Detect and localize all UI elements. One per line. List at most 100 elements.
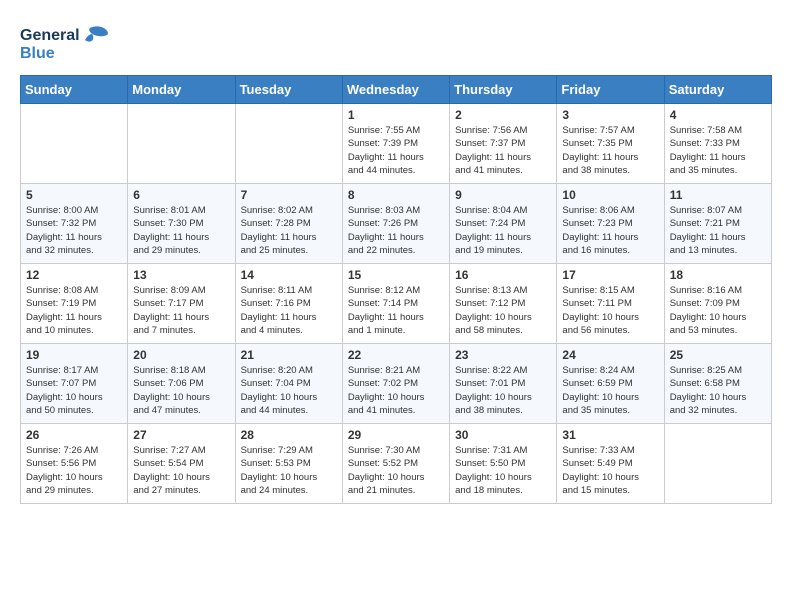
- day-info: Sunrise: 8:15 AM Sunset: 7:11 PM Dayligh…: [562, 284, 658, 337]
- day-info: Sunrise: 7:55 AM Sunset: 7:39 PM Dayligh…: [348, 124, 444, 177]
- cell-3-5: 24 Sunrise: 8:24 AM Sunset: 6:59 PM Dayli…: [557, 344, 664, 424]
- cell-1-5: 10 Sunrise: 8:06 AM Sunset: 7:23 PM Dayli…: [557, 184, 664, 264]
- cell-4-1: 27 Sunrise: 7:27 AM Sunset: 5:54 PM Dayli…: [128, 424, 235, 504]
- day-info: Sunrise: 7:56 AM Sunset: 7:37 PM Dayligh…: [455, 124, 551, 177]
- day-info: Sunrise: 7:31 AM Sunset: 5:50 PM Dayligh…: [455, 444, 551, 497]
- cell-3-2: 21 Sunrise: 8:20 AM Sunset: 7:04 PM Dayli…: [235, 344, 342, 424]
- day-number: 21: [241, 348, 337, 362]
- cell-2-3: 15Sunrise: 8:12 AM Sunset: 7:14 PM Dayli…: [342, 264, 449, 344]
- cell-1-3: 8 Sunrise: 8:03 AM Sunset: 7:26 PM Daylig…: [342, 184, 449, 264]
- svg-text:General: General: [20, 27, 80, 44]
- day-number: 29: [348, 428, 444, 442]
- header-wednesday: Wednesday: [342, 76, 449, 104]
- day-info: Sunrise: 8:06 AM Sunset: 7:23 PM Dayligh…: [562, 204, 658, 257]
- cell-4-3: 29 Sunrise: 7:30 AM Sunset: 5:52 PM Dayli…: [342, 424, 449, 504]
- day-number: 5: [26, 188, 122, 202]
- day-number: 17: [562, 268, 658, 282]
- day-info: Sunrise: 8:09 AM Sunset: 7:17 PM Dayligh…: [133, 284, 229, 337]
- cell-2-6: 18Sunrise: 8:16 AM Sunset: 7:09 PM Dayli…: [664, 264, 771, 344]
- day-number: 7: [241, 188, 337, 202]
- day-number: 4: [670, 108, 766, 122]
- day-number: 1: [348, 108, 444, 122]
- day-number: 16: [455, 268, 551, 282]
- cell-1-6: 11 Sunrise: 8:07 AM Sunset: 7:21 PM Dayli…: [664, 184, 771, 264]
- cell-2-0: 12 Sunrise: 8:08 AM Sunset: 7:19 PM Dayli…: [21, 264, 128, 344]
- header-tuesday: Tuesday: [235, 76, 342, 104]
- cell-4-2: 28 Sunrise: 7:29 AM Sunset: 5:53 PM Dayli…: [235, 424, 342, 504]
- day-info: Sunrise: 8:04 AM Sunset: 7:24 PM Dayligh…: [455, 204, 551, 257]
- day-number: 30: [455, 428, 551, 442]
- cell-0-3: 1 Sunrise: 7:55 AM Sunset: 7:39 PM Daylig…: [342, 104, 449, 184]
- calendar-table: SundayMondayTuesdayWednesdayThursdayFrid…: [20, 75, 772, 504]
- cell-1-4: 9 Sunrise: 8:04 AM Sunset: 7:24 PM Daylig…: [450, 184, 557, 264]
- cell-0-0: [21, 104, 128, 184]
- day-number: 24: [562, 348, 658, 362]
- day-number: 14: [241, 268, 337, 282]
- day-info: Sunrise: 8:11 AM Sunset: 7:16 PM Dayligh…: [241, 284, 337, 337]
- header-saturday: Saturday: [664, 76, 771, 104]
- logo-icon: GeneralBlue: [20, 20, 110, 65]
- day-number: 28: [241, 428, 337, 442]
- day-info: Sunrise: 7:57 AM Sunset: 7:35 PM Dayligh…: [562, 124, 658, 177]
- day-number: 25: [670, 348, 766, 362]
- cell-4-6: [664, 424, 771, 504]
- day-number: 2: [455, 108, 551, 122]
- day-number: 18: [670, 268, 766, 282]
- cell-2-4: 16Sunrise: 8:13 AM Sunset: 7:12 PM Dayli…: [450, 264, 557, 344]
- cell-4-0: 26 Sunrise: 7:26 AM Sunset: 5:56 PM Dayli…: [21, 424, 128, 504]
- day-info: Sunrise: 8:17 AM Sunset: 7:07 PM Dayligh…: [26, 364, 122, 417]
- day-info: Sunrise: 8:03 AM Sunset: 7:26 PM Dayligh…: [348, 204, 444, 257]
- week-row-4: 19Sunrise: 8:17 AM Sunset: 7:07 PM Dayli…: [21, 344, 772, 424]
- day-number: 27: [133, 428, 229, 442]
- day-number: 23: [455, 348, 551, 362]
- page-header: GeneralBlue: [20, 20, 772, 65]
- day-number: 22: [348, 348, 444, 362]
- day-info: Sunrise: 8:22 AM Sunset: 7:01 PM Dayligh…: [455, 364, 551, 417]
- week-row-1: 1 Sunrise: 7:55 AM Sunset: 7:39 PM Daylig…: [21, 104, 772, 184]
- day-number: 10: [562, 188, 658, 202]
- day-info: Sunrise: 8:21 AM Sunset: 7:02 PM Dayligh…: [348, 364, 444, 417]
- day-number: 12: [26, 268, 122, 282]
- cell-3-1: 20 Sunrise: 8:18 AM Sunset: 7:06 PM Dayli…: [128, 344, 235, 424]
- day-number: 8: [348, 188, 444, 202]
- cell-3-0: 19Sunrise: 8:17 AM Sunset: 7:07 PM Dayli…: [21, 344, 128, 424]
- day-info: Sunrise: 8:24 AM Sunset: 6:59 PM Dayligh…: [562, 364, 658, 417]
- header-sunday: Sunday: [21, 76, 128, 104]
- day-number: 15: [348, 268, 444, 282]
- day-number: 26: [26, 428, 122, 442]
- cell-1-1: 6Sunrise: 8:01 AM Sunset: 7:30 PM Daylig…: [128, 184, 235, 264]
- day-info: Sunrise: 8:08 AM Sunset: 7:19 PM Dayligh…: [26, 284, 122, 337]
- day-info: Sunrise: 7:33 AM Sunset: 5:49 PM Dayligh…: [562, 444, 658, 497]
- day-info: Sunrise: 7:29 AM Sunset: 5:53 PM Dayligh…: [241, 444, 337, 497]
- day-info: Sunrise: 8:02 AM Sunset: 7:28 PM Dayligh…: [241, 204, 337, 257]
- cell-2-2: 14 Sunrise: 8:11 AM Sunset: 7:16 PM Dayli…: [235, 264, 342, 344]
- svg-text:Blue: Blue: [20, 45, 55, 62]
- week-row-2: 5Sunrise: 8:00 AM Sunset: 7:32 PM Daylig…: [21, 184, 772, 264]
- day-number: 6: [133, 188, 229, 202]
- header-thursday: Thursday: [450, 76, 557, 104]
- day-info: Sunrise: 7:58 AM Sunset: 7:33 PM Dayligh…: [670, 124, 766, 177]
- week-row-5: 26 Sunrise: 7:26 AM Sunset: 5:56 PM Dayli…: [21, 424, 772, 504]
- day-info: Sunrise: 8:25 AM Sunset: 6:58 PM Dayligh…: [670, 364, 766, 417]
- day-number: 20: [133, 348, 229, 362]
- day-info: Sunrise: 8:07 AM Sunset: 7:21 PM Dayligh…: [670, 204, 766, 257]
- day-number: 3: [562, 108, 658, 122]
- cell-3-4: 23 Sunrise: 8:22 AM Sunset: 7:01 PM Dayli…: [450, 344, 557, 424]
- day-number: 11: [670, 188, 766, 202]
- cell-0-1: [128, 104, 235, 184]
- cell-1-2: 7 Sunrise: 8:02 AM Sunset: 7:28 PM Daylig…: [235, 184, 342, 264]
- week-row-3: 12 Sunrise: 8:08 AM Sunset: 7:19 PM Dayli…: [21, 264, 772, 344]
- cell-0-6: 4 Sunrise: 7:58 AM Sunset: 7:33 PM Daylig…: [664, 104, 771, 184]
- cell-1-0: 5Sunrise: 8:00 AM Sunset: 7:32 PM Daylig…: [21, 184, 128, 264]
- day-info: Sunrise: 8:20 AM Sunset: 7:04 PM Dayligh…: [241, 364, 337, 417]
- day-info: Sunrise: 7:27 AM Sunset: 5:54 PM Dayligh…: [133, 444, 229, 497]
- day-info: Sunrise: 7:26 AM Sunset: 5:56 PM Dayligh…: [26, 444, 122, 497]
- day-number: 9: [455, 188, 551, 202]
- day-info: Sunrise: 7:30 AM Sunset: 5:52 PM Dayligh…: [348, 444, 444, 497]
- day-number: 13: [133, 268, 229, 282]
- cell-0-2: [235, 104, 342, 184]
- header-monday: Monday: [128, 76, 235, 104]
- day-number: 31: [562, 428, 658, 442]
- cell-0-4: 2 Sunrise: 7:56 AM Sunset: 7:37 PM Daylig…: [450, 104, 557, 184]
- day-info: Sunrise: 8:18 AM Sunset: 7:06 PM Dayligh…: [133, 364, 229, 417]
